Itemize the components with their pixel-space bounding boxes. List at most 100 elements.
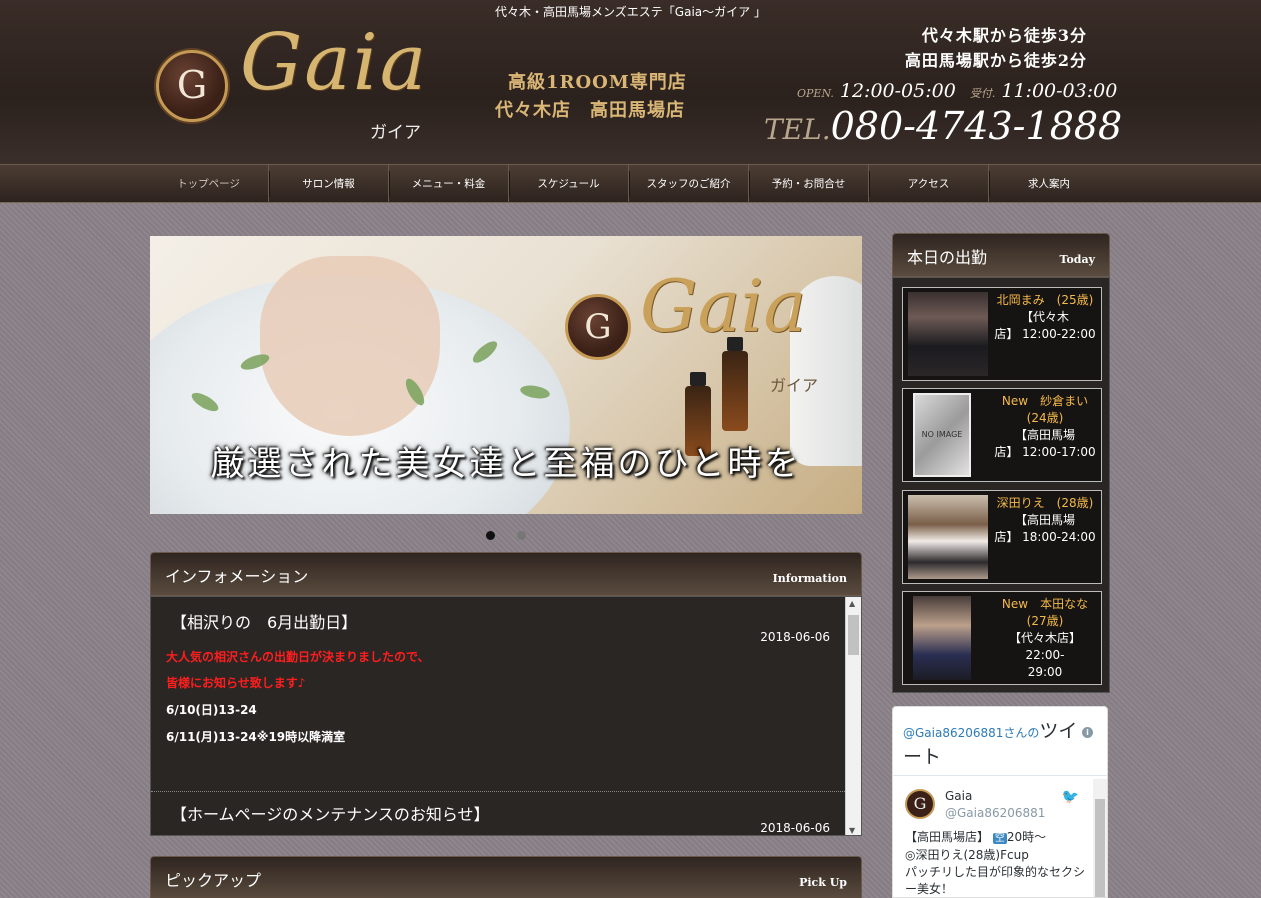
info-icon[interactable]: i (1082, 727, 1093, 738)
info-panel-header: インフォメーション Information (150, 552, 862, 596)
staff-photo[interactable] (913, 596, 971, 680)
shop-stores: 代々木店 高田馬場店 (495, 100, 685, 121)
reception-hours: 11:00-03:00 (1001, 80, 1118, 102)
tweet-line: ◎深田りえ(28歳)Fcup (905, 848, 1029, 862)
staff-name[interactable]: New 本田なな (27歳) (991, 596, 1100, 630)
twitter-account-link[interactable]: @Gaia86206881さんの (903, 726, 1039, 740)
pickup-title-en: Pick Up (799, 876, 847, 889)
shop-type: 高級1ROOM専門店 (508, 72, 687, 93)
nav-salon-info[interactable]: サロン情報 (269, 165, 390, 203)
staff-store: 【高田馬場 (1014, 513, 1075, 527)
staff-card[interactable]: NO IMAGE New 紗倉まい (24歳) 【高田馬場 店】 12:00-1… (902, 388, 1102, 482)
slider-pagination (486, 531, 526, 540)
scroll-up-icon[interactable]: ▲ (849, 599, 855, 608)
post-title[interactable]: 【相沢りの 6月出勤日】 (171, 609, 357, 633)
hero-caption: 厳選された美女達と至福のひと時を (210, 444, 802, 484)
hero-logo-kana: ガイア (770, 376, 819, 395)
staff-photo[interactable] (908, 495, 988, 579)
twitter-bird-icon[interactable]: 🐦 (1062, 789, 1079, 805)
pickup-title: ピックアップ (165, 871, 262, 890)
staff-store: 【高田馬場 (1014, 428, 1075, 442)
staff-info: 北岡まみ (25歳) 【代々木 店】 12:00-22:00 (991, 292, 1099, 343)
post-line: 皆様にお知らせ致します♪ (166, 676, 306, 690)
reception-label: 受付. (969, 87, 996, 100)
staff-hours: 29:00 (1027, 665, 1063, 679)
pickup-panel-header: ピックアップ Pick Up (150, 856, 862, 898)
info-panel-body[interactable]: 【相沢りの 6月出勤日】 2018-06-06 大人気の相沢さんの出勤日が決まり… (150, 596, 862, 836)
nav-recruit[interactable]: 求人案内 (989, 165, 1109, 203)
aroma-bottle-image (722, 337, 748, 431)
info-title-en: Information (772, 572, 847, 585)
post-title[interactable]: 【ホームページのメンテナンスのお知らせ】 (171, 801, 490, 825)
access-yoyogi: 代々木駅から徒歩3分 (921, 26, 1087, 45)
staff-name[interactable]: 深田りえ (28歳) (991, 495, 1099, 512)
access-takadanobaba: 高田馬場駅から徒歩2分 (904, 51, 1087, 70)
open-label: OPEN. (797, 87, 834, 100)
tel-label: TEL. (764, 113, 831, 146)
twitter-divider (893, 775, 1107, 776)
info-post: 【相沢りの 6月出勤日】 2018-06-06 大人気の相沢さんの出勤日が決まり… (151, 597, 845, 791)
staff-hours: 店】 18:00-24:00 (994, 530, 1096, 544)
site-header: 代々木・高田馬場メンズエステ「Gaia～ガイア 」 G Gaia ガイア 高級1… (0, 0, 1261, 165)
post-line: 大人気の相沢さんの出勤日が決まりましたので、 (166, 650, 430, 664)
today-panel-header: 本日の出勤 Today (892, 233, 1110, 277)
twitter-scrollbar[interactable] (1093, 779, 1107, 897)
staff-photo-placeholder[interactable]: NO IMAGE (913, 393, 971, 477)
logo-text[interactable]: Gaia (240, 18, 428, 108)
info-title: インフォメーション (165, 567, 309, 586)
logo-emblem[interactable]: G (156, 50, 228, 122)
tel-value[interactable]: 080-4743-1888 (831, 104, 1123, 148)
info-post: 【ホームページのメンテナンスのお知らせ】 2018-06-06 (151, 791, 845, 835)
post-line: 6/10(日)13-24 (166, 703, 257, 717)
twitter-timeline[interactable]: @Gaia86206881さんのツイート i G Gaia @Gaia86206… (892, 706, 1108, 898)
staff-card[interactable]: 北岡まみ (25歳) 【代々木 店】 12:00-22:00 (902, 287, 1102, 381)
hero-slider[interactable]: G Gaia ガイア 厳選された美女達と至福のひと時を (150, 236, 862, 514)
tweet-user-handle[interactable]: @Gaia86206881 (945, 806, 1045, 820)
staff-name[interactable]: 北岡まみ (25歳) (991, 292, 1099, 309)
vacancy-badge: 空 (992, 833, 1007, 844)
staff-photo[interactable] (908, 292, 988, 376)
hero-logo-emblem: G (565, 294, 631, 360)
hero-logo-text: Gaia (640, 264, 807, 348)
nav-access[interactable]: アクセス (869, 165, 990, 203)
staff-card[interactable]: New 本田なな (27歳) 【代々木店】 22:00- 29:00 (902, 591, 1102, 685)
staff-hours: 店】 12:00-22:00 (994, 327, 1096, 341)
slide-dot-2[interactable] (517, 531, 526, 540)
scroll-thumb[interactable] (848, 615, 859, 655)
staff-store: 【代々木店】 22:00- (1008, 631, 1081, 662)
post-line: 6/11(月)13-24※19時以降満室 (166, 730, 346, 744)
business-hours: OPEN. 12:00-05:00 受付. 11:00-03:00 (797, 80, 1117, 102)
nav-reservation[interactable]: 予約・お問合せ (749, 165, 870, 203)
nav-schedule[interactable]: スケジュール (509, 165, 630, 203)
tweet-line: パッチリした目が印象的なセクシー美女！ (905, 865, 1086, 896)
tweet-line: 【高田馬場店】 (905, 830, 990, 844)
tweet-line: 20時～ (1006, 830, 1047, 844)
today-panel-body: 北岡まみ (25歳) 【代々木 店】 12:00-22:00 NO IMAGE … (892, 277, 1110, 693)
staff-info: 深田りえ (28歳) 【高田馬場 店】 18:00-24:00 (991, 495, 1099, 546)
today-title: 本日の出勤 (907, 248, 988, 267)
nav-staff[interactable]: スタッフのご紹介 (629, 165, 750, 203)
scroll-thumb[interactable] (1095, 799, 1105, 897)
phone-number[interactable]: TEL.080-4743-1888 (764, 104, 1122, 148)
staff-card[interactable]: 深田りえ (28歳) 【高田馬場 店】 18:00-24:00 (902, 490, 1102, 584)
scroll-down-icon[interactable]: ▼ (849, 826, 855, 835)
tweet-text: 【高田馬場店】 空 20時～ ◎深田りえ(28歳)Fcup パッチリした目が印象的… (905, 829, 1086, 897)
nav-top[interactable]: トップページ (149, 165, 270, 203)
avatar[interactable]: G (905, 789, 935, 819)
staff-store: 【代々木 (1020, 310, 1069, 324)
staff-info: New 紗倉まい (24歳) 【高田馬場 店】 12:00-17:00 (991, 393, 1100, 461)
staff-name[interactable]: New 紗倉まい (24歳) (991, 393, 1100, 427)
nav-menu-price[interactable]: メニュー・料金 (389, 165, 510, 203)
hero-hands-image (260, 256, 440, 436)
info-scrollbar[interactable]: ▲ ▼ (845, 597, 861, 835)
staff-info: New 本田なな (27歳) 【代々木店】 22:00- 29:00 (991, 596, 1100, 681)
open-hours: 12:00-05:00 (839, 80, 956, 102)
today-title-en: Today (1059, 253, 1095, 266)
staff-hours: 店】 12:00-17:00 (994, 445, 1096, 459)
site-tagline: 代々木・高田馬場メンズエステ「Gaia～ガイア 」 (495, 5, 766, 19)
tweet-user-name[interactable]: Gaia (945, 789, 972, 803)
main-nav: トップページ サロン情報 メニュー・料金 スケジュール スタッフのご紹介 予約・… (0, 165, 1261, 203)
twitter-header: @Gaia86206881さんのツイート (903, 719, 1083, 770)
slide-dot-1[interactable] (486, 531, 495, 540)
post-date: 2018-06-06 (760, 630, 830, 644)
